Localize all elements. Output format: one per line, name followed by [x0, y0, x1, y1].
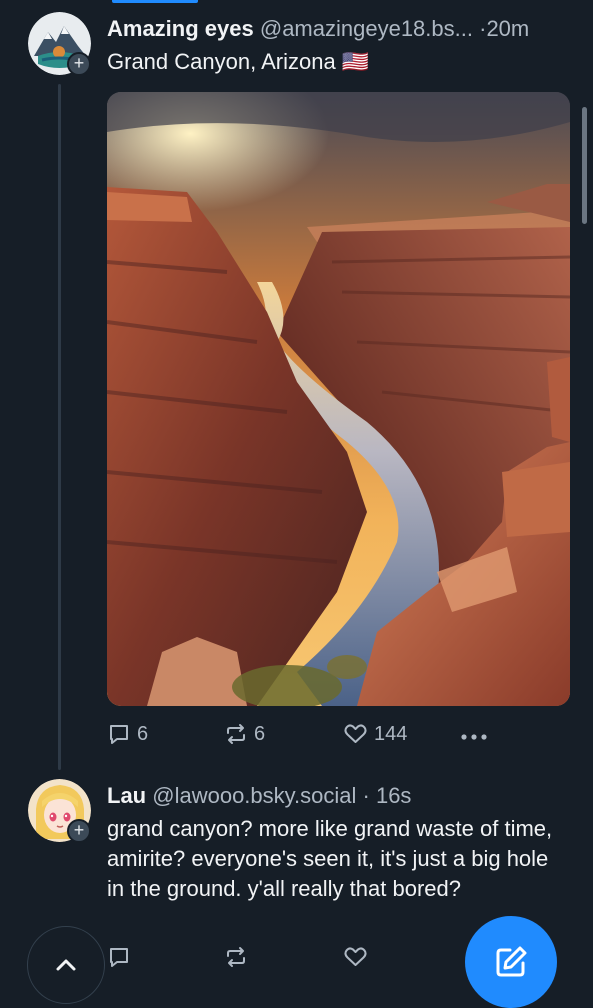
reply-button[interactable]: [107, 945, 131, 969]
post-actions: [107, 945, 507, 975]
repost-button[interactable]: [224, 945, 248, 969]
scrollbar[interactable]: [582, 107, 587, 224]
post-actions: 6 6 144: [107, 722, 507, 752]
post-text: Grand Canyon, Arizona 🇺🇸: [107, 49, 370, 74]
post-time[interactable]: 20m: [486, 16, 529, 41]
active-tab-indicator: [112, 0, 198, 3]
compose-button[interactable]: [465, 916, 557, 1008]
post-time[interactable]: 16s: [376, 783, 411, 808]
reply-count: 6: [137, 722, 149, 745]
reply-icon: [110, 725, 128, 744]
thread-line: [58, 84, 61, 770]
like-count: 144: [374, 722, 408, 745]
repost-icon: [227, 724, 245, 744]
top-bar: [0, 0, 593, 4]
reply-icon: [110, 948, 128, 967]
repost-count: 6: [254, 722, 266, 745]
author-name[interactable]: Lau: [107, 783, 146, 808]
reply-button[interactable]: 6: [107, 722, 148, 746]
repost-icon: [227, 947, 245, 967]
post-header: Amazing eyes @amazingeye18.bs... ·20m: [107, 16, 529, 42]
compose-icon: [496, 946, 527, 977]
scroll-to-top-button[interactable]: [27, 926, 105, 1004]
post-image[interactable]: [107, 92, 570, 706]
like-button[interactable]: 144: [343, 722, 407, 746]
more-icon: [461, 734, 487, 740]
author-name[interactable]: Amazing eyes: [107, 16, 254, 41]
repost-button[interactable]: 6: [224, 722, 265, 746]
post-header: Lau @lawooo.bsky.social · 16s: [107, 783, 411, 809]
author-handle[interactable]: @lawooo.bsky.social: [152, 783, 356, 808]
heart-icon: [344, 947, 367, 966]
author-handle[interactable]: @amazingeye18.bs...: [260, 16, 473, 41]
follow-plus-icon[interactable]: +: [67, 819, 91, 843]
post-text: grand canyon? more like grand waste of t…: [107, 816, 553, 901]
chevron-up-icon: [56, 959, 76, 971]
separator-dot: ·: [362, 783, 370, 808]
more-options-button[interactable]: [460, 726, 488, 748]
grand-canyon-photo: [107, 92, 570, 706]
like-button[interactable]: [343, 945, 368, 969]
heart-icon: [344, 724, 367, 743]
follow-plus-icon[interactable]: +: [67, 52, 91, 76]
